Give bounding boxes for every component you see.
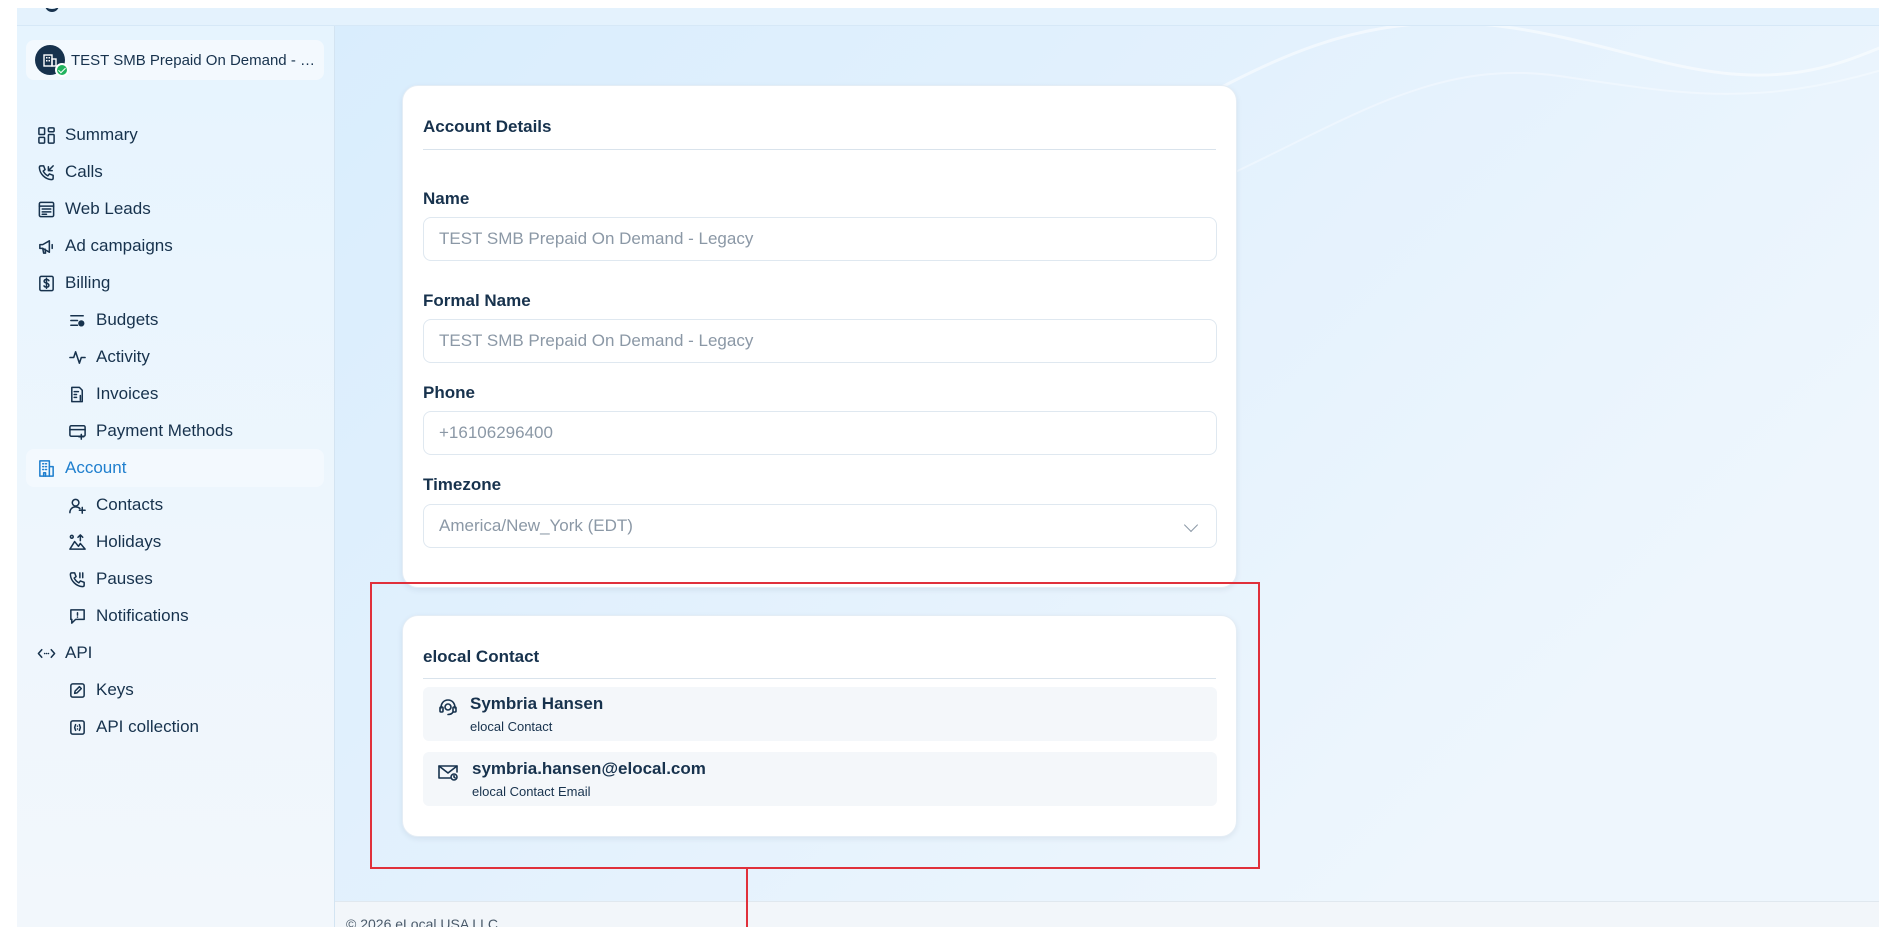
sidebar-item-payment-methods[interactable]: Payment Methods	[26, 412, 324, 450]
contact-email-link[interactable]: symbria.hansen@elocal.com	[472, 759, 706, 779]
sidebar-item-label: Holidays	[96, 532, 162, 551]
sidebar-item-label: Invoices	[96, 384, 159, 403]
code-arrows-icon	[37, 648, 55, 658]
elocal-contact-card: elocal Contact Symbria Hansen elocal Con…	[402, 615, 1237, 837]
divider	[423, 678, 1216, 679]
sidebar-item-api-collection[interactable]: API collection	[26, 708, 324, 746]
invoice-icon	[70, 386, 83, 402]
sidebar: TEST SMB Prepaid On Demand - L... Summar…	[17, 26, 335, 927]
phone-field[interactable]	[423, 411, 1217, 455]
sidebar-item-activity[interactable]: Activity	[26, 338, 324, 376]
divider	[423, 149, 1216, 150]
org-avatar	[35, 45, 69, 77]
verified-check-icon	[55, 63, 69, 77]
sidebar-item-web-leads[interactable]: Web Leads	[26, 190, 324, 228]
contacts-add-icon	[68, 498, 86, 514]
contact-name-row: Symbria Hansen elocal Contact	[423, 687, 1217, 741]
contact-email-row: symbria.hansen@elocal.com elocal Contact…	[423, 752, 1217, 806]
formal-name-field[interactable]	[423, 319, 1217, 363]
credit-card-add-icon	[68, 424, 86, 440]
timezone-selected-value: America/New_York (EDT)	[439, 516, 633, 535]
support-agent-icon	[439, 699, 457, 716]
contact-name: Symbria Hansen	[470, 694, 604, 713]
sidebar-item-label: API	[65, 643, 93, 662]
highlight-annotation-line	[746, 869, 748, 927]
sidebar-item-contacts[interactable]: Contacts	[26, 486, 324, 524]
card-title: Account Details	[423, 117, 552, 136]
contact-name-caption: elocal Contact	[470, 719, 553, 734]
timezone-select[interactable]: America/New_York (EDT)	[423, 504, 1217, 548]
sidebar-item-label: Web Leads	[65, 199, 151, 218]
top-bar	[17, 8, 1879, 26]
api-collection-icon	[69, 719, 85, 735]
sidebar-item-label: Payment Methods	[96, 421, 234, 440]
card-title: elocal Contact	[423, 647, 540, 666]
name-label: Name	[423, 189, 470, 208]
sidebar-item-label: Billing	[65, 273, 111, 292]
holiday-icon	[68, 533, 86, 550]
dashboard-grid-icon	[37, 126, 55, 144]
sidebar-item-label: Summary	[65, 125, 138, 144]
phone-label: Phone	[423, 383, 475, 402]
sidebar-item-label: Activity	[96, 347, 150, 366]
name-field[interactable]	[423, 217, 1217, 261]
formal-name-label: Formal Name	[423, 291, 531, 310]
timezone-label: Timezone	[423, 475, 502, 494]
sidebar-item-keys[interactable]: Keys	[26, 671, 324, 709]
org-name: TEST SMB Prepaid On Demand - L...	[71, 51, 319, 69]
billing-dollar-icon	[38, 275, 54, 291]
key-edit-icon	[69, 682, 85, 698]
sidebar-item-invoices[interactable]: Invoices	[26, 375, 324, 413]
email-icon	[438, 765, 458, 781]
sidebar-item-billing[interactable]: Billing	[26, 264, 324, 302]
sidebar-item-label: Keys	[96, 680, 134, 699]
sidebar-item-label: Contacts	[96, 495, 164, 514]
sidebar-item-summary[interactable]: Summary	[26, 116, 324, 154]
sidebar-item-label: Notifications	[96, 606, 189, 625]
logo-icon	[45, 8, 59, 12]
sidebar-item-label: Pauses	[96, 569, 153, 588]
copyright-text: © 2026 eLocal USA LLC	[346, 916, 498, 927]
sidebar-item-holidays[interactable]: Holidays	[26, 523, 324, 561]
org-switcher[interactable]: TEST SMB Prepaid On Demand - L...	[26, 40, 324, 80]
megaphone-icon	[38, 239, 53, 254]
sidebar-item-label: Account	[65, 458, 127, 477]
contact-email-caption: elocal Contact Email	[472, 784, 591, 799]
sidebar-item-pauses[interactable]: Pauses	[26, 560, 324, 598]
phone-pause-icon	[69, 571, 85, 587]
sidebar-item-account[interactable]: Account	[26, 449, 324, 487]
app-window: TEST SMB Prepaid On Demand - L... Summar…	[17, 8, 1879, 927]
notification-message-icon	[69, 608, 85, 624]
sidebar-item-budgets[interactable]: Budgets	[26, 301, 324, 339]
sidebar-item-calls[interactable]: Calls	[26, 153, 324, 191]
sidebar-item-label: API collection	[96, 717, 199, 736]
budget-list-icon	[69, 314, 84, 326]
sidebar-item-api[interactable]: API	[26, 634, 324, 672]
chevron-down-icon	[1183, 517, 1199, 533]
sidebar-item-label: Calls	[65, 162, 103, 181]
activity-pulse-icon	[68, 350, 86, 364]
sidebar-item-ad-campaigns[interactable]: Ad campaigns	[26, 227, 324, 265]
footer: © 2026 eLocal USA LLC	[335, 901, 1879, 927]
sidebar-item-label: Budgets	[96, 310, 159, 329]
sidebar-item-label: Ad campaigns	[65, 236, 173, 255]
sidebar-item-notifications[interactable]: Notifications	[26, 597, 324, 635]
main-content: Account Details Name Formal Name Phone T…	[335, 26, 1879, 927]
web-form-icon	[38, 201, 54, 217]
building-account-icon	[38, 459, 54, 477]
phone-incoming-icon	[38, 164, 54, 180]
account-details-card: Account Details Name Formal Name Phone T…	[402, 85, 1237, 588]
